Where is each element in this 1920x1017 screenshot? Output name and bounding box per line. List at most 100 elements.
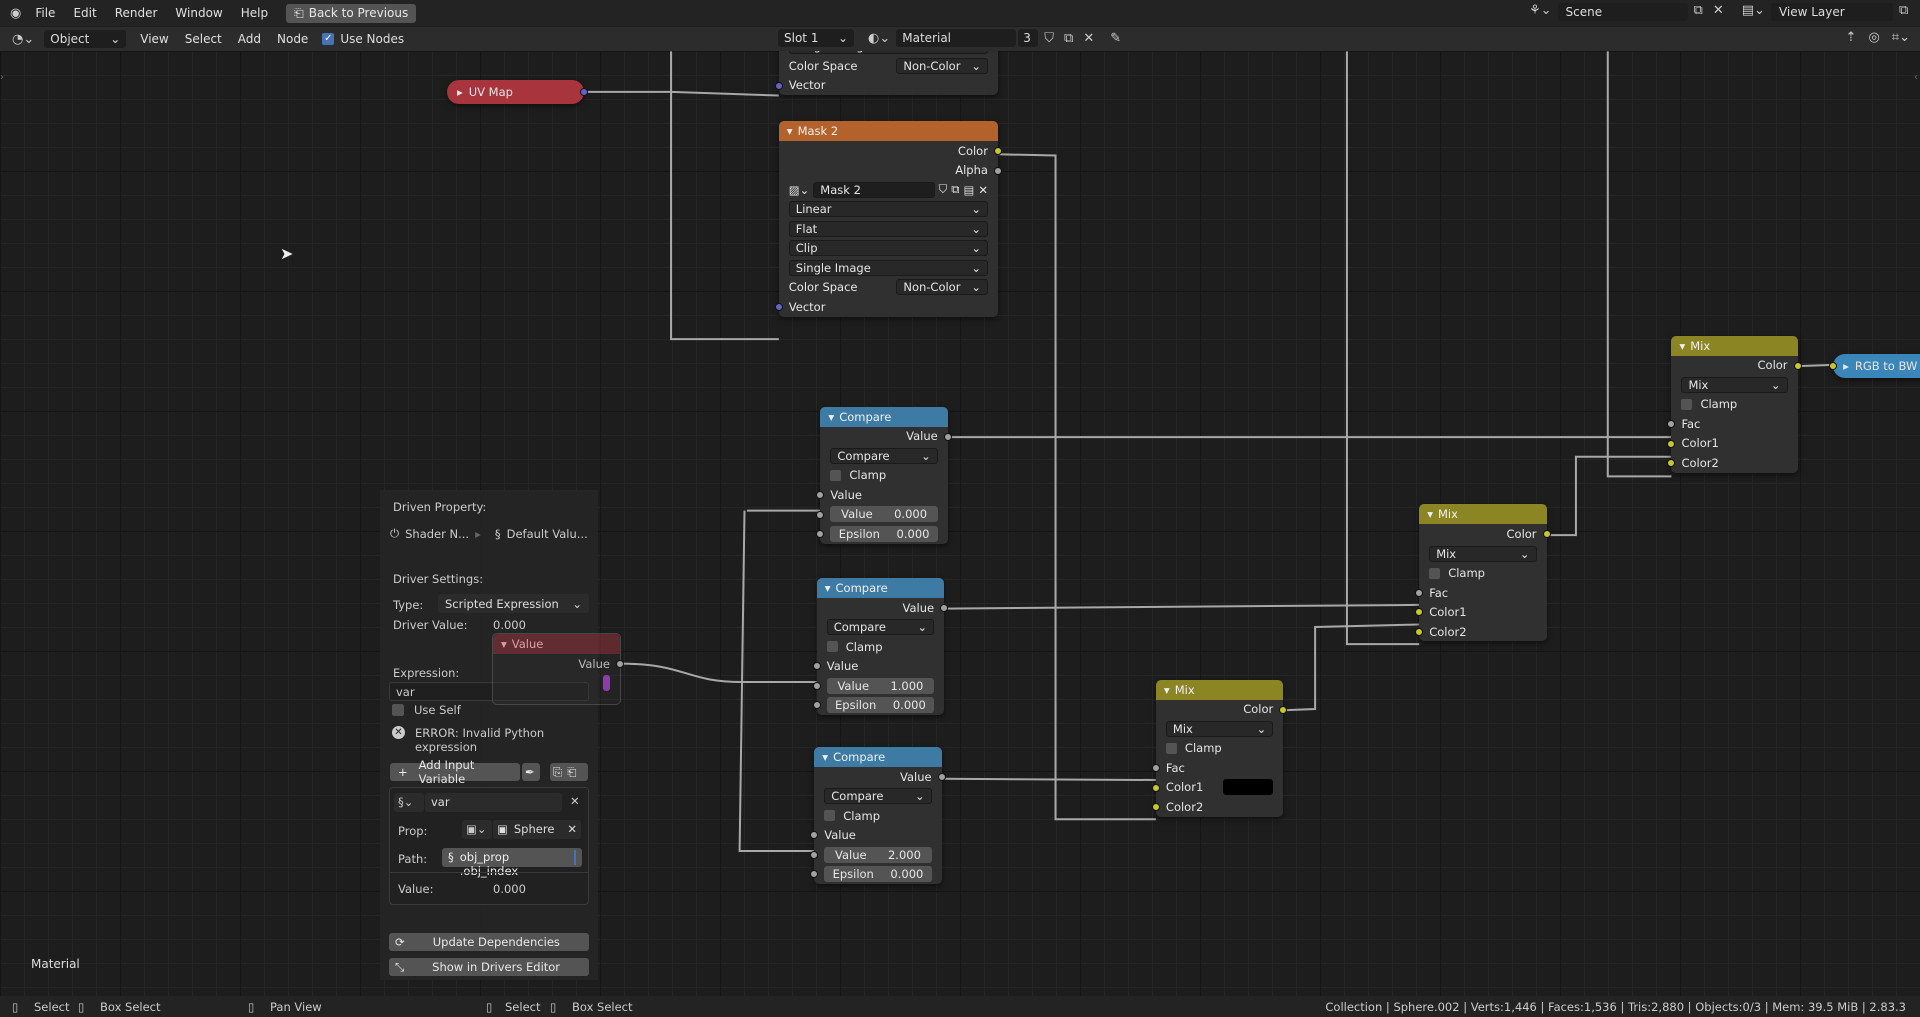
node-dropdown[interactable]: Non-Color ⌄ [896,57,988,74]
menu-help[interactable]: Help [233,3,276,23]
new-view-layer-icon[interactable]: ⧉ [1895,3,1912,21]
node-dropdown[interactable]: Mix ⌄ [1429,545,1537,562]
node-dropdown[interactable]: Compare ⌄ [830,447,938,464]
editor-type-icon[interactable]: ◔⌄ [8,32,38,47]
checkbox[interactable] [1429,567,1441,579]
node-uvmap[interactable]: ▸ UV Map [446,79,589,104]
image-browse-icon[interactable]: ▨⌄ [789,183,810,197]
value-color-field[interactable] [493,674,620,694]
collapse-arrow-icon[interactable]: ▾ [1164,683,1170,697]
copy-paste-variables-buttons[interactable]: ⎘ ⎗ [550,763,588,781]
clear-object-icon[interactable]: ✕ [567,822,577,837]
socket-dot[interactable] [816,491,825,500]
checkbox[interactable] [824,810,836,822]
open-image-icon[interactable]: ▤ [963,183,974,197]
menu-file[interactable]: File [27,3,63,23]
node-header[interactable]: ▾ Compare [816,577,945,598]
back-to-previous-button[interactable]: ⎗ Back to Previous [286,3,417,23]
number-field[interactable]: Epsilon 0.000 [830,525,938,542]
node-header[interactable]: ▾ Compare [820,406,948,427]
scene-icon[interactable]: ⚘⌄ [1525,3,1556,21]
view-layer-icon[interactable]: ▤⌄ [1738,3,1769,21]
menu-select[interactable]: Select [177,29,230,49]
material-browse-icon[interactable]: ◐⌄ [864,31,894,46]
pin-icon[interactable]: ✎ [1106,31,1125,46]
number-field[interactable]: Epsilon 0.000 [824,866,932,883]
toolbar-expand-arrow[interactable]: › [0,72,4,83]
node-header[interactable]: ▾ Compare [814,746,942,767]
socket-dot[interactable] [616,660,624,668]
node-dropdown[interactable]: Linear ⌄ [788,201,988,218]
socket-dot[interactable] [812,662,821,671]
socket-dot[interactable] [940,603,949,612]
socket-dot[interactable] [810,850,819,859]
duplicate-image-icon[interactable]: ⧉ [951,182,959,197]
socket-dot[interactable] [1415,627,1424,636]
sidebar-expand-arrow[interactable]: ‹ [1914,72,1918,83]
socket-dot[interactable] [1415,608,1424,617]
object-mode-dropdown[interactable]: Object ⌄ [44,30,127,48]
snap-element-icon[interactable]: ⌗⌄ [1888,30,1914,45]
eyedropper-button[interactable]: ✒ [522,763,540,781]
color-swatch[interactable] [1223,779,1274,796]
node-mix2[interactable]: ▾ Mix Color Mix ⌄ Clamp Fac Color1 Color2 [1415,504,1551,642]
socket-dot[interactable] [812,681,821,690]
socket-dot[interactable] [1279,705,1288,714]
menu-render[interactable]: Render [107,3,166,23]
node-dropdown[interactable]: Non-Color ⌄ [896,279,988,296]
path-input[interactable]: § obj_prop .obj_index [442,848,582,878]
node-mix3[interactable]: ▾ Mix Color Mix ⌄ Clamp Fac Color1 Color2 [1667,335,1802,473]
number-field[interactable]: Value 0.000 [830,506,938,523]
socket-dot[interactable] [1667,459,1676,467]
new-scene-icon[interactable]: ⧉ [1690,3,1707,21]
node-rgbbw[interactable]: ▸ RGB to BW [1829,353,1920,378]
material-name-field[interactable]: Material [896,29,1017,47]
node-dropdown[interactable]: Mix ⌄ [1165,720,1274,737]
value-node-hidden[interactable]: ▾ Value Value [492,633,624,705]
variable-type-dropdown[interactable]: §⌄ [394,793,424,812]
collapse-arrow-icon[interactable]: ▾ [828,410,834,424]
add-input-variable-button[interactable]: + Add Input Variable [390,758,520,786]
fake-user-shield-icon[interactable]: ⛉ [1040,31,1058,46]
menu-window[interactable]: Window [167,3,230,23]
socket-dot[interactable] [943,432,952,441]
checkbox[interactable] [1681,398,1693,410]
node-compare2[interactable]: ▾ Compare Value Compare ⌄ Clamp Value Value 1.00… [812,577,949,715]
socket-dot[interactable] [1151,803,1160,812]
unlink-image-icon[interactable]: ✕ [978,183,988,197]
socket-dot[interactable] [1151,764,1160,773]
node-dropdown[interactable]: Compare ⌄ [824,788,932,805]
socket-dot[interactable] [816,510,825,519]
id-type-dropdown[interactable]: ▣⌄ [462,820,492,839]
menu-edit[interactable]: Edit [65,3,104,23]
checkbox[interactable] [826,641,838,653]
material-users-count[interactable]: 3 [1018,29,1039,47]
menu-view[interactable]: View [132,29,176,49]
number-field[interactable]: Value 2.000 [824,846,932,863]
show-in-drivers-editor-button[interactable]: ⤡ Show in Drivers Editor [389,958,589,976]
collapse-arrow-icon[interactable]: ▾ [825,581,831,595]
scene-field[interactable]: Scene [1557,3,1688,21]
checkbox[interactable] [830,469,842,481]
node-header[interactable]: ▾ Mix [1419,504,1547,525]
fake-user-icon[interactable]: ⛉ [939,182,948,197]
parent-node-tree-icon[interactable]: ⇡ [1842,30,1861,45]
expand-arrow-icon[interactable]: ▸ [457,85,463,99]
use-self-checkbox[interactable] [392,704,404,716]
node-compare1[interactable]: ▾ Compare Value Compare ⌄ Clamp Value Value 0.00… [816,406,952,544]
snap-icon[interactable]: ◎ [1864,30,1883,45]
view-layer-field[interactable]: View Layer [1770,3,1893,21]
node-dropdown[interactable]: Flat ⌄ [788,220,988,237]
socket-dot[interactable] [1151,783,1160,792]
socket-dot[interactable] [816,530,825,539]
collapse-arrow-icon[interactable]: ▾ [1427,507,1433,521]
node-header[interactable]: ▾ Mix [1671,335,1798,356]
close-view-layer-icon[interactable]: ✕ [1914,3,1920,21]
number-field[interactable]: Value 1.000 [826,677,935,694]
collapse-arrow-icon[interactable]: ▾ [822,750,828,764]
slot-dropdown[interactable]: Slot 1 ⌄ [778,29,854,47]
socket-dot[interactable] [774,81,783,90]
node-dropdown[interactable]: Compare ⌄ [826,619,935,636]
node-dropdown[interactable]: Clip ⌄ [788,240,988,257]
socket-dot[interactable] [810,831,819,840]
